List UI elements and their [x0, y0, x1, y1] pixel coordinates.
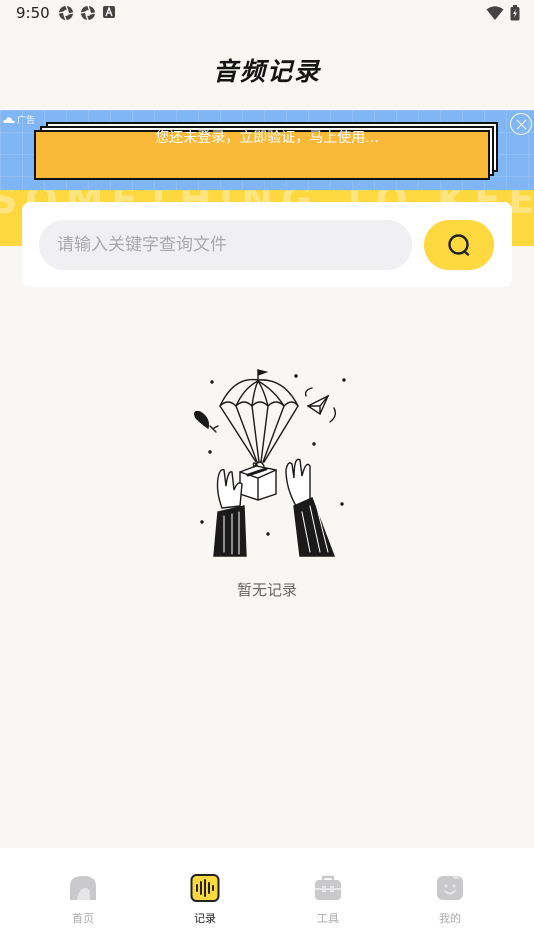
ad-tag-label: 广告 [17, 116, 36, 126]
ad-tag: 广告 [3, 113, 35, 126]
parachute-gift-illustration [193, 369, 346, 557]
ad-close-button[interactable] [510, 113, 532, 135]
home-icon [70, 876, 96, 900]
nav-item-record[interactable]: 记录 [165, 874, 245, 926]
search-card [22, 202, 512, 287]
status-icons-right [486, 5, 520, 21]
nav-item-home[interactable]: 首页 [43, 874, 123, 926]
nav-item-profile[interactable]: 我的 [410, 874, 490, 926]
text-a-icon [103, 6, 115, 18]
cloud-icon [3, 117, 15, 123]
profile-icon [437, 875, 463, 900]
ad-text[interactable]: 您还未登录，立即验证，马上使用... [0, 127, 534, 147]
shutter-icon [80, 5, 96, 21]
nav-item-label: 我的 [439, 912, 461, 925]
shutter-icon [58, 5, 74, 21]
nav-item-label: 工具 [317, 912, 339, 925]
screen: 9:50 音频记录 广告 您还未登录，立即验证，马上使用... 请输入关键字查询… [0, 0, 534, 950]
search-input[interactable] [39, 220, 412, 270]
page-title: 音频记录 [212, 57, 321, 86]
nav-item-label: 首页 [72, 912, 94, 925]
bottom-nav: 首页 记录 工具 我的 [0, 848, 534, 950]
empty-state-text: 暂无记录 [236, 581, 297, 599]
audio-record-icon [190, 874, 220, 902]
battery-icon [510, 5, 520, 21]
ad-banner[interactable]: 广告 您还未登录，立即验证，马上使用... [0, 110, 534, 190]
toolbox-icon [315, 875, 341, 900]
search-button[interactable] [424, 220, 494, 270]
search-icon [448, 234, 470, 256]
nav-item-label: 记录 [194, 912, 216, 925]
wifi-icon [486, 6, 504, 20]
status-bar: 9:50 [0, 0, 534, 28]
nav-item-tools[interactable]: 工具 [288, 874, 368, 926]
status-time: 9:50 [16, 4, 50, 22]
status-icons-left [58, 5, 116, 21]
